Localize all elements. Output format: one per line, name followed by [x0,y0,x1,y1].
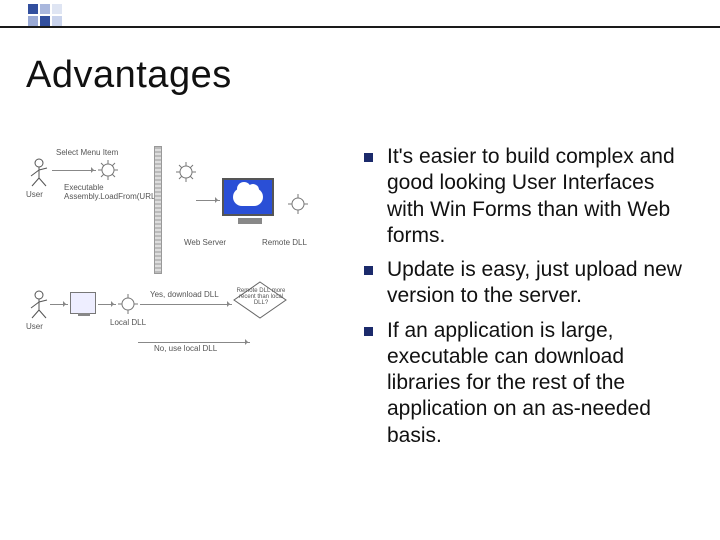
diagram-label-yes: Yes, download DLL [150,290,219,299]
slide-content: User Select Menu Item Executable Assembl… [26,140,694,520]
arrow-icon [196,200,220,201]
diagram-label-remotedll: Remote DLL [262,238,307,247]
user-icon [28,158,50,188]
gear-icon [176,162,196,182]
header-rule [0,26,720,28]
architecture-diagram: User Select Menu Item Executable Assembl… [26,140,346,400]
bullet-text: It's easier to build complex and good lo… [387,144,694,249]
decor-square [28,16,38,26]
diagram-label-no: No, use local DLL [154,344,217,353]
gear-icon [118,294,138,314]
list-item: If an application is large, executable c… [364,318,694,449]
diagram-label-user: User [26,190,43,199]
arrow-icon [98,304,116,305]
diagram-label-webserver: Web Server [184,238,226,247]
diagram-label-localdll: Local DLL [110,318,146,327]
monitor-icon [222,178,278,228]
diagram-label-exec: Executable Assembly.LoadFrom(URL) [64,184,164,202]
bullet-icon [364,153,373,162]
diagram-label-decision: Remote DLL more recent than local DLL? [236,288,286,306]
gear-icon [288,194,308,214]
diagram-label-select: Select Menu Item [56,148,118,157]
user-icon [28,290,50,320]
bullet-text: Update is easy, just upload new version … [387,257,694,310]
firewall-bar-icon [154,146,162,274]
decor-square [52,4,62,14]
cloud-icon [233,188,263,206]
decor-square [40,4,50,14]
list-item: Update is easy, just upload new version … [364,257,694,310]
arrow-icon [52,170,96,171]
bullet-icon [364,327,373,336]
decor-squares [28,4,62,26]
bullet-icon [364,266,373,275]
arrow-icon [140,304,232,305]
small-monitor-icon [70,292,96,314]
arrow-icon [138,342,250,343]
slide-title: Advantages [26,54,232,97]
bullet-text: If an application is large, executable c… [387,318,694,449]
slide-header-decor [0,0,720,26]
decor-square [28,4,38,14]
decor-square [52,16,62,26]
diagram-label-user: User [26,322,43,331]
arrow-icon [50,304,68,305]
gear-icon [98,160,118,180]
list-item: It's easier to build complex and good lo… [364,144,694,249]
bullet-list: It's easier to build complex and good lo… [364,140,694,520]
decor-square [40,16,50,26]
